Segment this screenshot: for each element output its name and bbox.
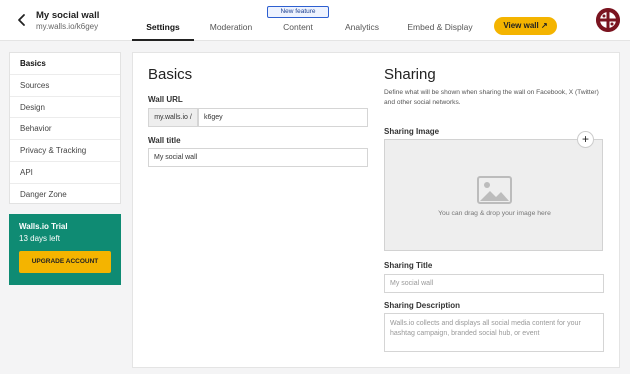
avatar-logo-icon: [596, 8, 620, 32]
sharing-image-dropzone[interactable]: You can drag & drop your image here: [384, 139, 603, 251]
wall-title-input[interactable]: My social wall: [148, 148, 368, 167]
back-arrow-icon[interactable]: [14, 12, 30, 28]
sharing-image-label: Sharing Image: [384, 127, 440, 136]
sidebar-item-basics[interactable]: Basics: [10, 53, 120, 75]
sharing-heading: Sharing: [384, 66, 436, 83]
avatar[interactable]: [596, 8, 620, 32]
sharing-description-label: Sharing Description: [384, 301, 461, 310]
tab-content[interactable]: Content: [277, 17, 319, 41]
sidebar-item-design[interactable]: Design: [10, 97, 120, 119]
wall-title-label: Wall title: [148, 136, 181, 145]
sidebar-item-api[interactable]: API: [10, 162, 120, 184]
tab-settings[interactable]: Settings: [132, 17, 194, 41]
view-wall-button[interactable]: View wall ↗: [494, 17, 557, 35]
settings-sidebar: Basics Sources Design Behavior Privacy &…: [9, 52, 121, 204]
tab-moderation[interactable]: Moderation: [203, 17, 259, 41]
wall-url[interactable]: my.walls.io/k6gey: [36, 22, 98, 31]
add-image-button[interactable]: +: [577, 131, 594, 148]
sharing-description-textarea[interactable]: Walls.io collects and displays all socia…: [384, 313, 604, 352]
wall-name: My social wall: [36, 10, 100, 21]
wall-url-prefix: my.walls.io /: [148, 108, 198, 127]
dropzone-text: You can drag & drop your image here: [438, 210, 551, 217]
image-placeholder-icon: [477, 176, 512, 204]
trial-panel: Walls.io Trial 13 days left UPGRADE ACCO…: [9, 214, 121, 285]
tab-analytics[interactable]: Analytics: [338, 17, 386, 41]
basics-heading: Basics: [148, 66, 193, 83]
sidebar-item-privacy-tracking[interactable]: Privacy & Tracking: [10, 140, 120, 162]
plus-icon: +: [581, 132, 589, 146]
sidebar-item-behavior[interactable]: Behavior: [10, 118, 120, 141]
top-bar: My social wall my.walls.io/k6gey Setting…: [0, 0, 630, 41]
upgrade-account-button[interactable]: UPGRADE ACCOUNT: [19, 251, 111, 273]
sharing-title-label: Sharing Title: [384, 261, 433, 270]
trial-days-left: 13 days left: [19, 234, 60, 243]
tab-embed-display[interactable]: Embed & Display: [403, 17, 477, 41]
trial-title: Walls.io Trial: [19, 222, 68, 231]
wall-url-input[interactable]: k6gey: [198, 108, 368, 127]
wall-url-label: Wall URL: [148, 95, 183, 104]
sharing-description-text: Define what will be shown when sharing t…: [384, 89, 599, 106]
sidebar-item-danger-zone[interactable]: Danger Zone: [10, 184, 120, 206]
sidebar-item-sources[interactable]: Sources: [10, 75, 120, 97]
sharing-title-input[interactable]: My social wall: [384, 274, 604, 293]
